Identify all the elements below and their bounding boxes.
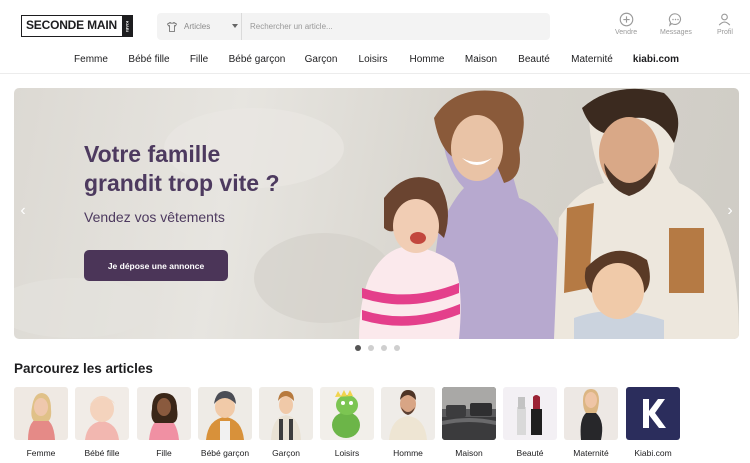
category-label: Fille	[156, 448, 172, 458]
category-label: Kiabi.com	[634, 448, 672, 458]
chevron-left-icon[interactable]: ‹	[16, 201, 30, 221]
kiabi-logo	[626, 387, 680, 440]
nav-item-homme[interactable]: Homme	[409, 54, 444, 65]
baby-girl-photo	[75, 387, 129, 440]
nav-item-kiabi-com[interactable]: kiabi.com	[633, 54, 679, 65]
nav-item-bebe-garcon[interactable]: Bébé garçon	[229, 54, 286, 65]
category-label: Homme	[393, 448, 423, 458]
nav-item-fille[interactable]: Fille	[190, 54, 208, 65]
category-card-garcon[interactable]: Garçon	[259, 387, 313, 458]
profile-button[interactable]: Profil	[717, 12, 733, 36]
search-category-label: Articles	[184, 22, 211, 31]
nav-item-loisirs[interactable]: Loisirs	[359, 54, 388, 65]
plus-circle-icon	[619, 12, 633, 27]
hero-title-line2: grandit trop vite ?	[84, 170, 280, 196]
carousel-dot-2[interactable]	[368, 345, 374, 351]
boy-photo	[259, 387, 313, 440]
user-icon	[719, 13, 731, 26]
category-label: Maternité	[573, 448, 609, 458]
category-card-bebe-fille[interactable]: Bébé fille	[75, 387, 129, 458]
category-label: Beauté	[516, 448, 544, 458]
nav-item-maison[interactable]: Maison	[465, 54, 497, 65]
baby-boy-photo	[198, 387, 252, 440]
chat-bubble-icon	[669, 13, 682, 27]
hero-title-line1: Votre famille	[84, 141, 221, 167]
section-title: Parcourez les articles	[14, 361, 153, 376]
woman-photo	[14, 387, 68, 440]
tshirt-icon	[167, 21, 177, 32]
lipstick-photo	[503, 387, 557, 440]
nav-item-beaute[interactable]: Beauté	[518, 54, 550, 65]
messages-button[interactable]: Messages	[660, 12, 692, 36]
man-photo	[381, 387, 435, 440]
hero-title: Votre famille grandit trop vite ?	[84, 140, 384, 198]
category-label: Femme	[26, 448, 56, 458]
logo-tag: KIABI	[121, 16, 132, 36]
profile-label: Profil	[717, 29, 733, 36]
search-bar: Articles	[157, 13, 550, 40]
category-label: Bébé garçon	[200, 448, 250, 458]
girl-photo	[137, 387, 191, 440]
category-nav: Femme Bébé fille Fille Bébé garçon Garço…	[0, 50, 750, 72]
category-card-femme[interactable]: Femme	[14, 387, 68, 458]
chevron-right-icon[interactable]: ›	[723, 201, 737, 221]
nav-item-garcon[interactable]: Garçon	[305, 54, 338, 65]
sell-button[interactable]: Vendre	[615, 12, 637, 36]
category-label: Bébé fille	[84, 448, 120, 458]
site-logo[interactable]: SECONDE MAIN KIABI	[21, 15, 133, 37]
logo-text: SECONDE MAIN	[26, 18, 117, 32]
bed-photo	[442, 387, 496, 440]
category-card-maternite[interactable]: Maternité	[564, 387, 618, 458]
pregnant-woman-photo	[564, 387, 618, 440]
category-card-fille[interactable]: Fille	[137, 387, 191, 458]
category-card-beaute[interactable]: Beauté	[503, 387, 557, 458]
post-ad-button[interactable]: Je dépose une annonce	[84, 250, 228, 281]
nav-item-maternite[interactable]: Maternité	[571, 54, 613, 65]
category-label: Maison	[455, 448, 483, 458]
category-card-maison[interactable]: Maison	[442, 387, 496, 458]
category-card-kiabi-com[interactable]: Kiabi.com	[626, 387, 680, 458]
carousel-dot-3[interactable]	[381, 345, 387, 351]
top-bar: SECONDE MAIN KIABI Articles Vendre Messa…	[0, 0, 750, 50]
hero-banner[interactable]: Votre famille grandit trop vite ? Vendez…	[14, 88, 739, 339]
category-label: Garçon	[272, 448, 300, 458]
plush-dino-photo	[320, 387, 374, 440]
messages-label: Messages	[660, 29, 692, 36]
category-card-bebe-garcon[interactable]: Bébé garçon	[198, 387, 252, 458]
carousel-dot-4[interactable]	[394, 345, 400, 351]
sell-label: Vendre	[615, 29, 638, 36]
nav-item-femme[interactable]: Femme	[74, 54, 108, 65]
header-divider	[0, 73, 750, 74]
carousel-dots	[355, 345, 400, 351]
search-category-select[interactable]: Articles	[157, 13, 242, 40]
chevron-down-icon	[232, 24, 238, 28]
carousel-dot-1[interactable]	[355, 345, 361, 351]
search-input[interactable]	[242, 13, 550, 40]
category-label: Loisirs	[334, 448, 360, 458]
nav-item-bebe-fille[interactable]: Bébé fille	[128, 54, 169, 65]
category-card-loisirs[interactable]: Loisirs	[320, 387, 374, 458]
hero-subtitle: Vendez vos vêtements	[84, 209, 225, 225]
category-card-homme[interactable]: Homme	[381, 387, 435, 458]
